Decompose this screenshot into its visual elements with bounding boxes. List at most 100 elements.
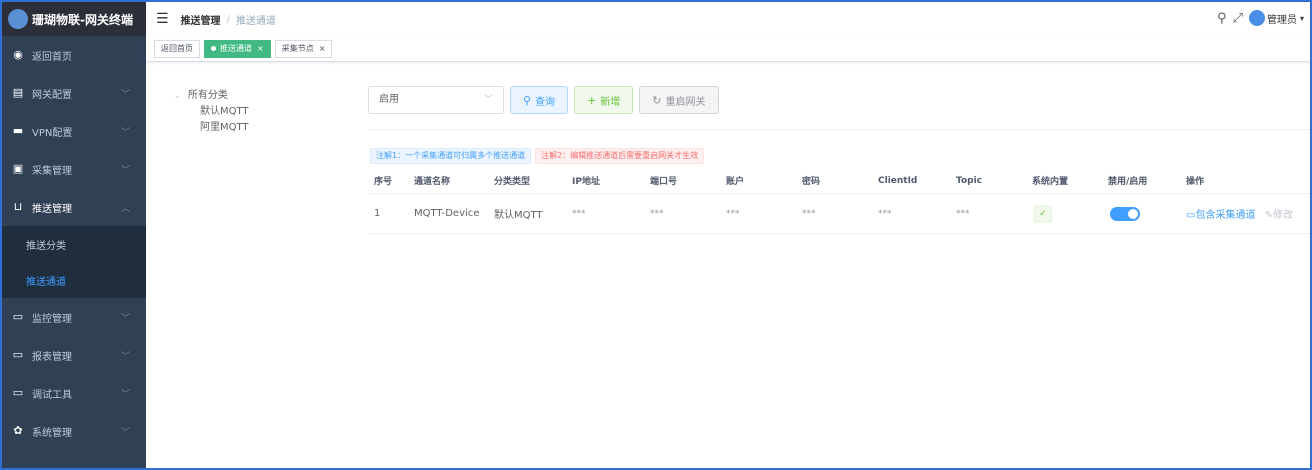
sidebar-item-gateway-config[interactable]: ▤ 网关配置 ﹀ bbox=[2, 74, 146, 112]
cell-actions: ▭包含采集通道 ✎修改 bbox=[1186, 206, 1293, 221]
sidebar-item-label: 网关配置 bbox=[32, 89, 72, 101]
avatar[interactable] bbox=[1248, 10, 1265, 26]
cell-topic: *** bbox=[956, 208, 970, 219]
status-select-value: 启用 bbox=[379, 94, 399, 105]
fullscreen-icon[interactable]: ⤢ bbox=[1233, 11, 1243, 26]
note-1-badge: 注解1：一个采集通道可归属多个推送通道 bbox=[370, 148, 532, 164]
sidebar-item-label: 报表管理 bbox=[32, 351, 72, 363]
col-header-system-builtin: 系统内置 bbox=[1032, 177, 1069, 187]
note-2-badge: 注解2：编辑推送通道后需要重启网关才生效 bbox=[535, 148, 705, 164]
status-select[interactable]: 启用 ﹀ bbox=[368, 86, 504, 114]
tree-node-aliyun-mqtt[interactable]: 阿里MQTT bbox=[174, 120, 354, 136]
close-icon[interactable]: × bbox=[319, 41, 326, 57]
sidebar-item-label: 调试工具 bbox=[32, 389, 72, 401]
monitor-icon: ▬ bbox=[12, 124, 24, 137]
sidebar-item-monitor-mgmt[interactable]: ▭ 监控管理 ﹀ bbox=[2, 298, 146, 336]
refresh-icon: ↻ bbox=[652, 93, 662, 107]
app-frame: 珊瑚物联-网关终端 ◉ 返回首页 ▤ 网关配置 ﹀ ▬ VPN配置 ﹀ ▣ 采集… bbox=[0, 0, 1312, 470]
cell-port: *** bbox=[650, 208, 664, 219]
sidebar-item-vpn-config[interactable]: ▬ VPN配置 ﹀ bbox=[2, 112, 146, 150]
tree-node-label: 默认MQTT bbox=[200, 106, 249, 117]
col-header-password: 密码 bbox=[802, 177, 821, 187]
sidebar-subitem-push-category[interactable]: 推送分类 bbox=[2, 226, 146, 262]
user-name[interactable]: 管理员 bbox=[1267, 11, 1297, 26]
search-icon: ⚲ bbox=[523, 93, 532, 107]
col-header-actions: 操作 bbox=[1186, 177, 1205, 187]
table-header: 序号 通道名称 分类类型 IP地址 端口号 账户 密码 ClientId Top… bbox=[368, 168, 1310, 194]
sidebar-item-collect-mgmt[interactable]: ▣ 采集管理 ﹀ bbox=[2, 150, 146, 188]
app-title: 珊瑚物联-网关终端 bbox=[32, 12, 133, 27]
col-header-name: 通道名称 bbox=[414, 177, 451, 187]
chevron-down-icon: ﹀ bbox=[120, 390, 130, 400]
sidebar-item-debug-tools[interactable]: ▭ 调试工具 ﹀ bbox=[2, 374, 146, 412]
sidebar-item-push-mgmt[interactable]: ⊔ 推送管理 ︿ bbox=[2, 188, 146, 226]
monitor-icon: ▭ bbox=[12, 348, 24, 361]
edit-link[interactable]: ✎修改 bbox=[1265, 210, 1293, 221]
tag-label: 推送通道 bbox=[220, 43, 252, 53]
toggle-knob bbox=[1128, 208, 1138, 219]
table-row: 1 MQTT-Device 默认MQTT *** *** *** *** ***… bbox=[368, 194, 1310, 234]
tag-label: 返回首页 bbox=[161, 43, 193, 53]
monitor-icon: ▭ bbox=[12, 386, 24, 399]
col-header-enable: 禁用/启用 bbox=[1108, 177, 1148, 187]
notes-row: 注解1：一个采集通道可归属多个推送通道 注解2：编辑推送通道后需要重启网关才生效 bbox=[370, 148, 708, 164]
sidebar: 珊瑚物联-网关终端 ◉ 返回首页 ▤ 网关配置 ﹀ ▬ VPN配置 ﹀ ▣ 采集… bbox=[2, 2, 146, 468]
enable-toggle[interactable] bbox=[1110, 206, 1140, 221]
tag-push-channel[interactable]: 推送通道 × bbox=[204, 39, 271, 58]
tag-home[interactable]: 返回首页 bbox=[154, 39, 200, 58]
sidebar-item-report-mgmt[interactable]: ▭ 报表管理 ﹀ bbox=[2, 336, 146, 374]
tags-view: 返回首页 推送通道 × 采集节点 × bbox=[146, 36, 1310, 62]
sidebar-item-system-mgmt[interactable]: ✿ 系统管理 ﹀ bbox=[2, 412, 146, 450]
restart-gateway-button[interactable]: ↻ 重启网关 bbox=[639, 86, 719, 114]
col-header-account: 账户 bbox=[726, 177, 745, 187]
sidebar-item-label: 系统管理 bbox=[32, 427, 72, 439]
col-header-index: 序号 bbox=[374, 177, 393, 187]
cell-name: MQTT-Device bbox=[414, 208, 480, 219]
breadcrumb-item[interactable]: 推送管理 bbox=[181, 12, 221, 27]
clipboard-icon: ▣ bbox=[12, 162, 24, 175]
col-header-clientid: ClientId bbox=[878, 175, 918, 186]
header-actions: ⚲ ⤢ 管理员 ▾ bbox=[1217, 10, 1304, 26]
hamburger-icon[interactable]: ☰ bbox=[156, 11, 169, 27]
sidebar-item-label: 采集管理 bbox=[32, 165, 72, 177]
gear-icon: ✿ bbox=[13, 424, 23, 437]
check-icon: ✓ bbox=[1034, 205, 1052, 222]
sidebar-item-label: 返回首页 bbox=[32, 51, 72, 63]
caret-down-icon[interactable]: ⌄ bbox=[174, 91, 181, 100]
add-button[interactable]: + 新增 bbox=[574, 86, 634, 114]
tray-icon: ⊔ bbox=[13, 200, 23, 213]
sidebar-subitem-label: 推送分类 bbox=[26, 240, 66, 252]
cell-system-builtin: ✓ bbox=[1034, 205, 1052, 222]
chevron-down-icon: ﹀ bbox=[120, 128, 130, 138]
plus-icon: + bbox=[587, 93, 597, 107]
tree-node-label: 阿里MQTT bbox=[200, 122, 249, 133]
search-icon[interactable]: ⚲ bbox=[1217, 11, 1227, 26]
tree-node-default-mqtt[interactable]: 默认MQTT bbox=[174, 104, 354, 120]
caret-down-icon[interactable]: ▾ bbox=[1300, 14, 1304, 23]
chevron-down-icon: ﹀ bbox=[483, 95, 493, 105]
query-button-label: 查询 bbox=[535, 96, 556, 108]
active-dot-icon bbox=[211, 46, 216, 51]
edit-icon: ✎ bbox=[1264, 210, 1274, 221]
cell-password: *** bbox=[802, 208, 816, 219]
include-collect-channel-link[interactable]: ▭包含采集通道 bbox=[1186, 210, 1259, 221]
chevron-down-icon: ﹀ bbox=[120, 166, 130, 176]
sidebar-subitem-push-channel[interactable]: 推送通道 bbox=[2, 262, 146, 298]
tag-collect-node[interactable]: 采集节点 × bbox=[274, 39, 333, 58]
close-icon[interactable]: × bbox=[257, 41, 264, 57]
sidebar-subitem-label: 推送通道 bbox=[26, 276, 66, 288]
cell-index: 1 bbox=[374, 208, 381, 219]
tag-label: 采集节点 bbox=[281, 43, 314, 53]
tree-node-root[interactable]: ⌄ 所有分类 bbox=[174, 88, 354, 104]
logo-icon bbox=[8, 9, 28, 29]
col-header-topic: Topic bbox=[956, 175, 982, 186]
include-collect-channel-label: 包含采集通道 bbox=[1195, 210, 1256, 221]
sidebar-item-home[interactable]: ◉ 返回首页 bbox=[2, 36, 146, 74]
restart-gateway-label: 重启网关 bbox=[665, 96, 706, 108]
cell-enable bbox=[1110, 206, 1140, 221]
sidebar-item-label: 推送管理 bbox=[32, 203, 72, 215]
col-header-category: 分类类型 bbox=[494, 177, 531, 187]
sidebar-item-label: 监控管理 bbox=[32, 313, 72, 325]
breadcrumb-separator: / bbox=[226, 13, 230, 25]
query-button[interactable]: ⚲ 查询 bbox=[510, 86, 569, 114]
